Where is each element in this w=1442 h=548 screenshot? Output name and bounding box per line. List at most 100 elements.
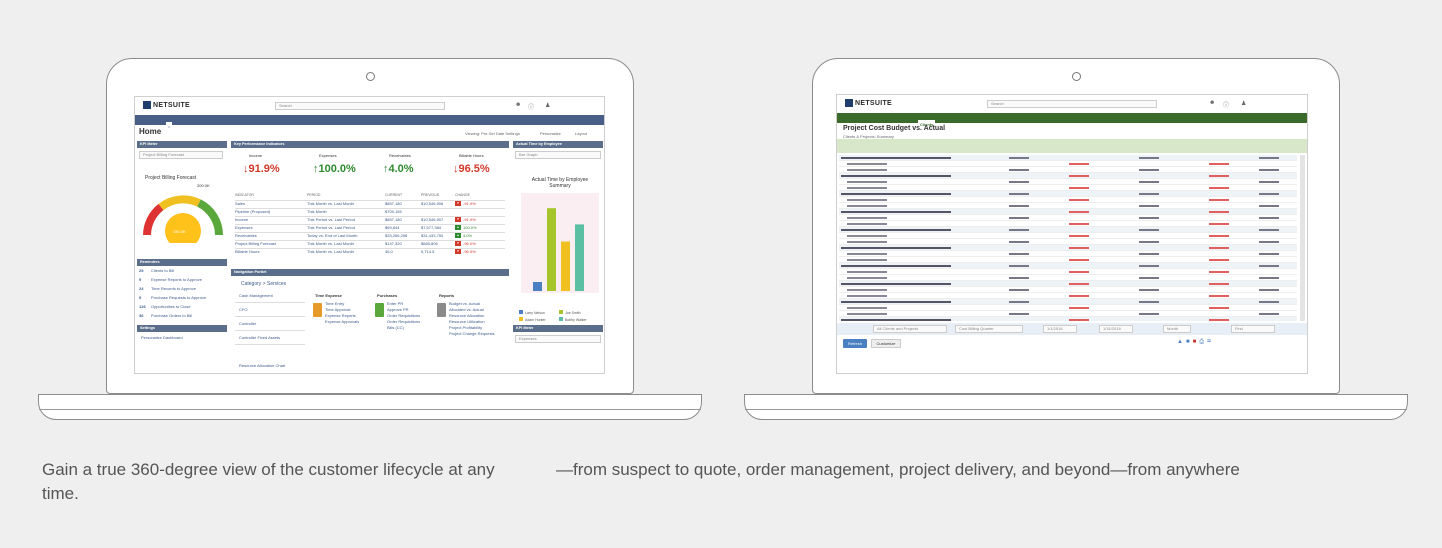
header-settings[interactable]: Viewing: Pre-Set Date Settings xyxy=(465,131,520,136)
kpi-row-current[interactable]: $709,155 xyxy=(385,209,402,214)
nav-item-link[interactable]: Payroll and HR xyxy=(961,120,989,130)
kpi-meter-header[interactable]: KPI Meter xyxy=(137,141,227,148)
period-start[interactable]: 1/1/2016 xyxy=(1043,325,1077,333)
kpi-row-name[interactable]: Income xyxy=(235,217,248,222)
nav-item-link[interactable]: Payments xyxy=(1080,120,1099,130)
kpi-row-current[interactable]: $147,320 xyxy=(385,241,402,246)
navigation-link[interactable]: Expense Approvals xyxy=(325,319,359,324)
help-icon[interactable]: ⓘ xyxy=(1223,100,1229,109)
refresh-button[interactable]: Refresh xyxy=(843,339,867,348)
customize-button[interactable]: Customize xyxy=(871,339,901,348)
settings-header[interactable]: Settings xyxy=(137,325,227,332)
kpi-row-name[interactable]: Pipeline (Proposed) xyxy=(235,209,270,214)
kpi-row-current[interactable]: $857,180 xyxy=(385,201,402,206)
navigation-link[interactable]: Time Entry xyxy=(325,301,344,306)
navigation-link[interactable]: Bills (CC) xyxy=(387,325,404,330)
nav-item-link[interactable]: Financial xyxy=(995,120,1012,130)
nav-item-link[interactable]: Activities xyxy=(192,122,210,132)
reminder-item[interactable]: 36 Purchase Orders to Bill xyxy=(139,312,225,320)
navigation-link[interactable]: Project Profitability xyxy=(449,325,482,330)
help-icon[interactable]: ⓘ xyxy=(528,102,534,111)
navigation-link[interactable]: Time Approval xyxy=(325,307,350,312)
navigation-item[interactable]: Controller Fixed Assets xyxy=(239,335,280,340)
reminder-item[interactable]: 5 Purchase Requests to Approve xyxy=(139,294,225,302)
actual-time-header[interactable]: Actual Time by Employee xyxy=(513,141,603,148)
kpi-row-previous[interactable]: $10,546,906 xyxy=(421,201,443,206)
netsuite-logo[interactable]: NETSUITE xyxy=(845,99,892,107)
kpi-row-name[interactable]: Sales xyxy=(235,201,245,206)
chart-bar[interactable] xyxy=(547,208,556,291)
navigation-item[interactable]: CFO xyxy=(239,307,247,312)
excel-icon[interactable]: ■ xyxy=(1186,339,1193,345)
navigation-link[interactable]: Enter PR xyxy=(387,301,403,306)
nav-item-link[interactable]: Support xyxy=(1175,120,1190,130)
actual-time-select[interactable]: Bar Graph xyxy=(515,151,601,159)
kpi-row-name[interactable]: Receivables xyxy=(235,233,257,238)
nav-item-link[interactable]: Statistical Analysis xyxy=(1133,120,1169,130)
column-select[interactable]: Month xyxy=(1163,325,1191,333)
print-icon[interactable]: ⎙ xyxy=(1199,339,1207,345)
nav-item-link[interactable]: Financials xyxy=(280,122,300,132)
navigation-item[interactable]: Controller xyxy=(239,321,256,326)
reminder-item[interactable]: 9 Expense Reports to Approve xyxy=(139,276,225,284)
email-icon[interactable]: ✉ xyxy=(1207,339,1214,345)
kpi-meter-2-header[interactable]: KPI Meter xyxy=(513,325,603,332)
nav-item-link[interactable]: CRM xyxy=(215,122,224,132)
kpi-row-period[interactable]: This Period vs. Last Period xyxy=(307,217,355,222)
kpi-row-current[interactable]: $857,180 xyxy=(385,217,402,222)
kpi-row-period[interactable]: This Month vs. Last Month xyxy=(307,241,354,246)
netsuite-logo[interactable]: NETSUITE xyxy=(143,101,190,109)
navigation-link[interactable]: Budget vs. Actual xyxy=(449,301,480,306)
kpi-row-previous[interactable]: $31,433,750 xyxy=(421,233,443,238)
kpi-row-name[interactable]: Billable Hours xyxy=(235,249,260,254)
navigation-item[interactable]: Cash Management xyxy=(239,293,273,298)
chart-bar[interactable] xyxy=(575,224,584,291)
nav-item-link[interactable]: Support xyxy=(349,122,364,132)
kpi-row-current[interactable]: $33,266,298 xyxy=(385,233,407,238)
kpi-row-previous[interactable]: $7,577,384 xyxy=(421,225,441,230)
kpi-row-period[interactable]: This Month vs. Last Month xyxy=(307,201,354,206)
nav-item-link[interactable]: Documents xyxy=(305,122,327,132)
kpi-row-previous[interactable]: $10,546,907 xyxy=(421,217,443,222)
customer-filter[interactable]: All Clients and Projects xyxy=(873,325,947,333)
user-icon[interactable]: ☻ xyxy=(1209,100,1215,106)
reminder-item[interactable]: 126 Opportunities to Close xyxy=(139,303,225,311)
chart-bar[interactable] xyxy=(561,241,570,292)
reminders-header[interactable]: Reminders xyxy=(137,259,227,266)
resource-allocation-link[interactable]: Resource Allocation Chart xyxy=(239,363,285,368)
navigation-link[interactable]: Allocated vs. Actual xyxy=(449,307,484,312)
kpi-row-name[interactable]: Project Billing Forecast xyxy=(235,241,276,246)
kpi-panel-header[interactable]: Key Performance Indicators xyxy=(231,141,509,148)
kpi-row-current[interactable]: $69,844 xyxy=(385,225,399,230)
kpi-meter-select[interactable]: Project Billing Forecast xyxy=(139,151,223,159)
navigation-link[interactable]: Resource Allocation xyxy=(449,313,484,318)
reminder-item[interactable]: 24 Time Records to Approve xyxy=(139,285,225,293)
period-end[interactable]: 1/31/2016 xyxy=(1099,325,1133,333)
search-input[interactable]: Search xyxy=(275,102,445,110)
reminder-item[interactable]: 25 Clients to Bill xyxy=(139,267,225,275)
navigation-link[interactable]: Expense Reports xyxy=(325,313,356,318)
kpi-row-name[interactable]: Expenses xyxy=(235,225,253,230)
chart-icon[interactable]: ▲ xyxy=(1177,339,1186,345)
find-input[interactable]: Find xyxy=(1231,325,1275,333)
kpi-row-previous[interactable]: $665,806 xyxy=(421,241,438,246)
personalize-dashboard-link[interactable]: Personalize Dashboard xyxy=(141,335,183,340)
nav-item-link[interactable]: Admin xyxy=(332,122,344,132)
layout-link[interactable]: Layout xyxy=(575,131,587,136)
profile-icon[interactable]: ♟ xyxy=(1241,100,1246,107)
navigation-link[interactable]: Project Change Requests xyxy=(449,331,495,336)
nav-item-link[interactable]: Reports xyxy=(1017,120,1032,130)
nav-item-link[interactable]: Documents xyxy=(1037,120,1059,130)
navigation-link[interactable]: Approve PR xyxy=(387,307,409,312)
kpi-row-current[interactable]: 46.0 xyxy=(385,249,393,254)
navigation-portlet-header[interactable]: Navigation Portlet xyxy=(231,269,509,276)
navigation-link[interactable]: Order Requisitions xyxy=(387,319,420,324)
user-icon[interactable]: ☻ xyxy=(515,102,521,108)
navigation-link[interactable]: Order Requisitions xyxy=(387,313,420,318)
kpi-meter-2-select[interactable]: Expenses xyxy=(515,335,601,343)
nav-item-link[interactable]: PSA xyxy=(229,122,237,132)
personalize-link[interactable]: Personalize xyxy=(540,131,561,136)
navigation-link[interactable]: Resource Utilization xyxy=(449,319,485,324)
project-filter[interactable]: Cost Billing Quarter xyxy=(955,325,1023,333)
home-icon[interactable]: ⌂ xyxy=(165,122,173,132)
